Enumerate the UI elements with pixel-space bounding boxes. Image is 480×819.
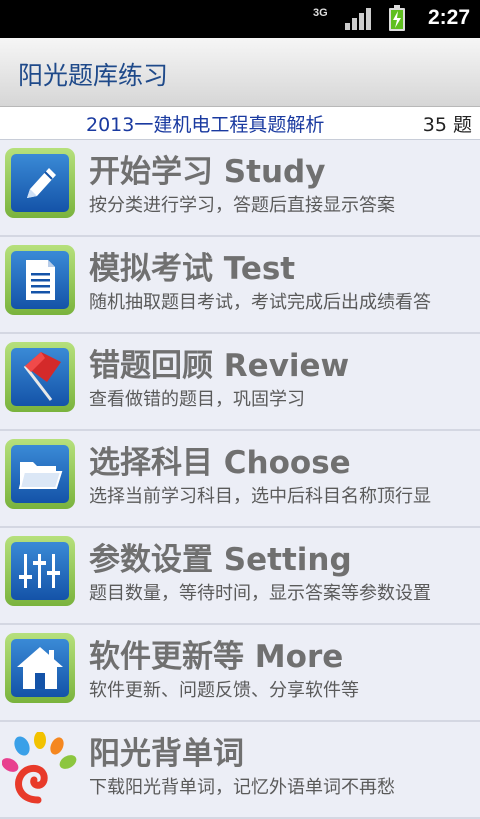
menu-item-vocabulary-app[interactable]: 阳光背单词 下载阳光背单词，记忆外语单词不再愁 xyxy=(0,722,480,819)
menu-item-description: 按分类进行学习，答题后直接显示答案 xyxy=(89,195,395,216)
current-subject-bar: 2013一建机电工程真题解析 35 题 xyxy=(0,107,480,140)
sliders-icon xyxy=(5,536,75,606)
menu-item-label: 开始学习 Study xyxy=(89,154,326,190)
current-subject-name: 2013一建机电工程真题解析 xyxy=(86,114,325,136)
signal-strength-icon xyxy=(345,8,371,30)
home-icon xyxy=(5,633,75,703)
menu-item-test[interactable]: 模拟考试 Test 随机抽取题目考试，考试完成后出成绩看答 xyxy=(0,237,480,334)
menu-item-description: 题目数量，等待时间，显示答案等参数设置 xyxy=(89,583,431,604)
menu-item-label: 选择科目 Choose xyxy=(89,445,351,481)
menu-item-review[interactable]: 错题回顾 Review 查看做错的题目，巩固学习 xyxy=(0,334,480,431)
battery-charging-icon xyxy=(389,5,405,31)
clock: 2:27 xyxy=(427,6,470,29)
sunshine-logo-icon xyxy=(2,732,77,804)
menu-item-label: 软件更新等 More xyxy=(89,639,344,675)
document-icon xyxy=(5,245,75,315)
main-menu: 开始学习 Study 按分类进行学习，答题后直接显示答案 模拟考试 Test 随… xyxy=(0,140,480,819)
menu-item-study[interactable]: 开始学习 Study 按分类进行学习，答题后直接显示答案 xyxy=(0,140,480,237)
network-type-indicator: 3G xyxy=(313,7,328,19)
menu-item-choose[interactable]: 选择科目 Choose 选择当前学习科目，选中后科目名称顶行显 xyxy=(0,431,480,528)
status-bar: 3G 2:27 xyxy=(0,0,480,38)
menu-item-description: 随机抽取题目考试，考试完成后出成绩看答 xyxy=(89,292,431,313)
flag-icon xyxy=(5,342,75,412)
menu-item-setting[interactable]: 参数设置 Setting 题目数量，等待时间，显示答案等参数设置 xyxy=(0,528,480,625)
menu-item-label: 阳光背单词 xyxy=(89,736,244,772)
app-title: 阳光题库练习 xyxy=(18,61,169,90)
menu-item-description: 选择当前学习科目，选中后科目名称顶行显 xyxy=(89,486,431,507)
menu-item-more[interactable]: 软件更新等 More 软件更新、问题反馈、分享软件等 xyxy=(0,625,480,722)
folder-icon xyxy=(5,439,75,509)
menu-item-label: 错题回顾 Review xyxy=(89,348,350,384)
menu-item-label: 模拟考试 Test xyxy=(89,251,296,287)
question-count: 35 题 xyxy=(422,114,472,136)
menu-item-description: 下载阳光背单词，记忆外语单词不再愁 xyxy=(89,777,395,798)
pencil-icon xyxy=(5,148,75,218)
app-title-bar: 阳光题库练习 xyxy=(0,38,480,107)
menu-item-label: 参数设置 Setting xyxy=(89,542,352,578)
menu-item-description: 软件更新、问题反馈、分享软件等 xyxy=(89,680,359,701)
menu-item-description: 查看做错的题目，巩固学习 xyxy=(89,389,305,410)
